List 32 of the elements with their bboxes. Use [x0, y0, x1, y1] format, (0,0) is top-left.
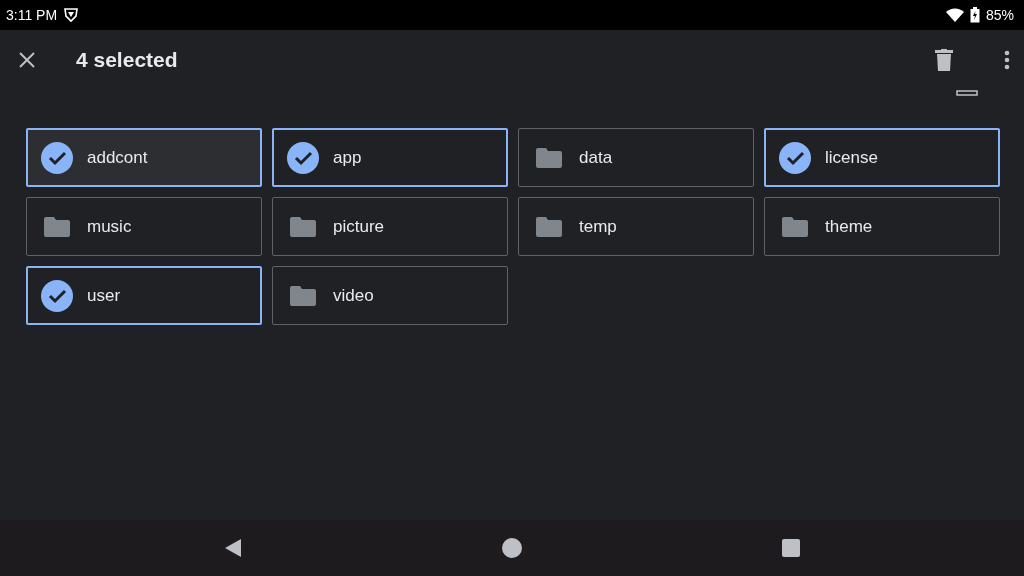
back-button[interactable]: [224, 538, 242, 558]
folder-icon: [44, 216, 70, 237]
home-button[interactable]: [502, 538, 522, 558]
wifi-icon: [945, 8, 964, 22]
check-circle-icon: [779, 141, 811, 174]
check-circle-icon: [41, 279, 73, 312]
check-circle-icon: [287, 141, 319, 174]
folder-item[interactable]: user: [26, 266, 262, 325]
battery-charging-icon: [969, 7, 980, 23]
shield-icon: [63, 7, 80, 23]
folder-icon: [290, 285, 316, 306]
folder-icon: [536, 216, 562, 237]
folder-item[interactable]: data: [518, 128, 754, 187]
list-view-icon[interactable]: [956, 90, 978, 96]
folder-icon: [782, 216, 808, 237]
close-button[interactable]: [18, 51, 36, 69]
folder-icon: [536, 147, 562, 168]
folder-item[interactable]: app: [272, 128, 508, 187]
folder-item[interactable]: addcont: [26, 128, 262, 187]
battery-percentage: 85%: [985, 7, 1014, 23]
folder-icon: [290, 216, 316, 237]
selection-count-title: 4 selected: [76, 48, 178, 72]
more-options-button[interactable]: [1004, 50, 1010, 70]
folder-item[interactable]: theme: [764, 197, 1000, 256]
check-circle-icon: [41, 141, 73, 174]
folder-item[interactable]: license: [764, 128, 1000, 187]
folder-item[interactable]: temp: [518, 197, 754, 256]
clock: 3:11 PM: [6, 7, 58, 23]
folder-item[interactable]: picture: [272, 197, 508, 256]
folder-item[interactable]: video: [272, 266, 508, 325]
delete-button[interactable]: [934, 49, 954, 71]
folder-item[interactable]: music: [26, 197, 262, 256]
